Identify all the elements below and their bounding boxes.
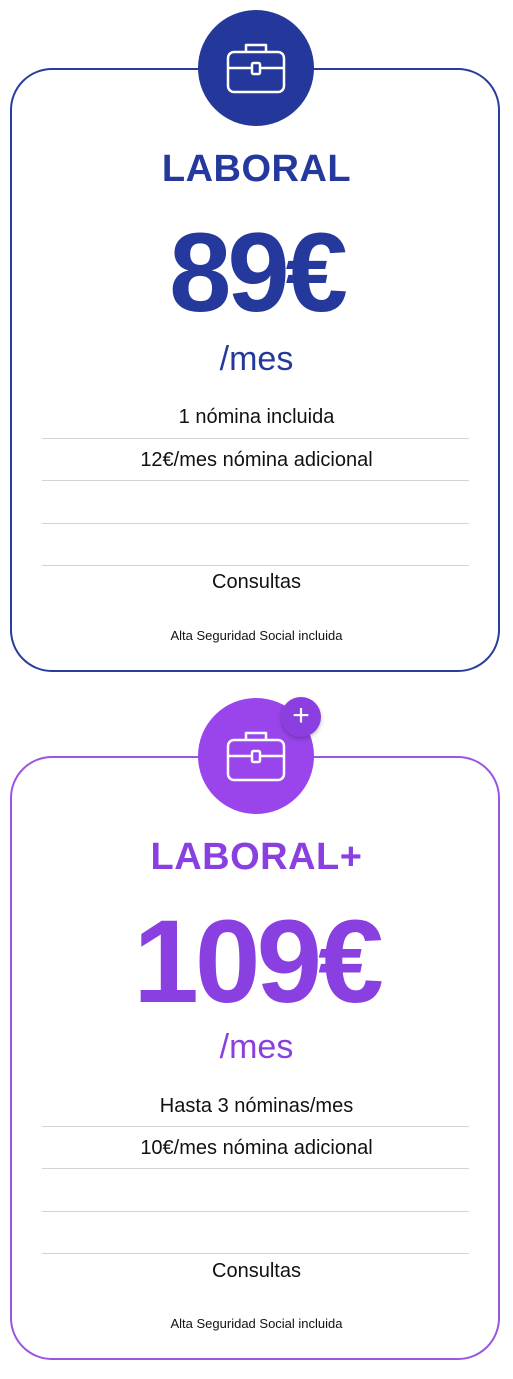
briefcase-icon [226,43,286,94]
plan-name: LABORAL [161,148,352,190]
plan-name: LABORAL+ [150,836,363,878]
divider [42,1211,469,1212]
plan-icon-badge-laboral [198,10,314,126]
plan-note: Alta Seguridad Social incluida [170,1316,343,1331]
divider [42,523,469,524]
plan-feature: Consultas [212,571,301,593]
plan-feature: 12€/mes nómina adicional [140,449,373,471]
plan-period: /mes [219,1028,294,1066]
plan-feature: Consultas [212,1260,301,1282]
briefcase-icon [226,731,286,782]
plan-price: 89€ [169,210,348,335]
divider [42,1168,469,1169]
plan-feature: Hasta 3 nóminas/mes [159,1095,354,1117]
plan-price: 109€ [133,896,384,1028]
plan-feature: 1 nómina incluida [178,406,335,428]
divider [42,565,469,566]
divider [42,1126,469,1127]
divider [42,480,469,481]
divider [42,438,469,439]
plan-period: /mes [219,340,294,378]
plan-feature: 10€/mes nómina adicional [140,1137,373,1159]
divider [42,1253,469,1254]
plan-note: Alta Seguridad Social incluida [170,628,343,643]
plus-icon: + [281,697,321,737]
